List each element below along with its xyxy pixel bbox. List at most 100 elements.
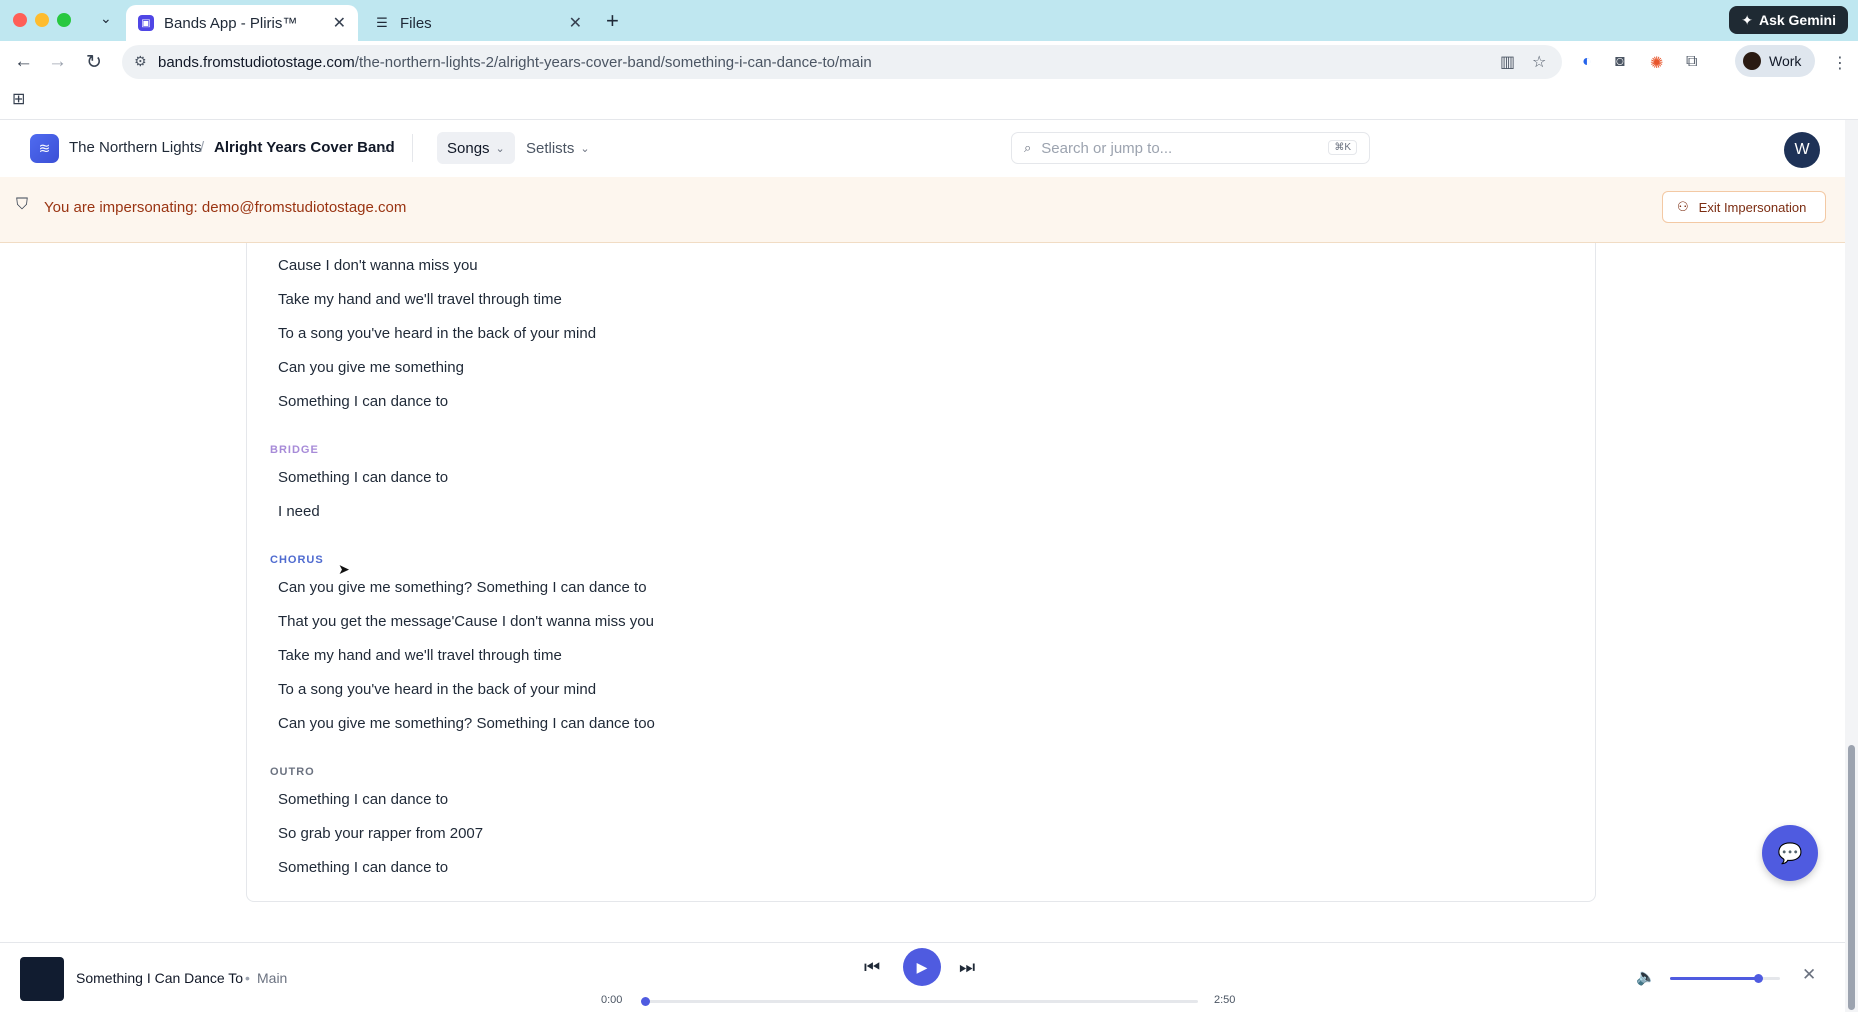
lyric-line: Take my hand and we'll travel through ti…	[278, 647, 562, 664]
tab-files[interactable]: ☰ Files ✕	[362, 5, 594, 41]
chevron-down-icon: ⌄	[580, 142, 590, 155]
nav-songs-label: Songs	[447, 139, 490, 157]
bookmark-star-icon[interactable]: ☆	[1532, 52, 1546, 72]
lyric-line: So grab your rapper from 2007	[278, 825, 484, 842]
new-tab-icon[interactable]: +	[606, 8, 619, 34]
lyric-line: Something I can dance to	[278, 469, 449, 486]
url-path: /the-northern-lights-2/alright-years-cov…	[354, 53, 872, 71]
mouse-cursor-icon: ➤	[338, 561, 350, 577]
files-favicon-icon: ☰	[376, 15, 388, 30]
lyric-line: Something I can dance to	[278, 859, 449, 876]
shield-icon: ⛉	[16, 196, 29, 213]
tab-search-chevron-icon[interactable]: ⌄	[100, 10, 112, 27]
browser-tab-bar: ⌄ ▣ Bands App - Pliris™ ✕ ☰ Files ✕ + ✦ …	[0, 0, 1858, 41]
breadcrumb-separator: /	[200, 139, 205, 156]
play-button[interactable]: ▶	[903, 948, 941, 986]
reader-mode-icon[interactable]: ▥	[1500, 52, 1515, 72]
app-header: ≋ The Northern Lights / Alright Years Co…	[0, 120, 1845, 178]
volume-slider[interactable]	[1670, 974, 1780, 983]
avatar[interactable]: W	[1784, 132, 1820, 168]
exit-impersonation-button[interactable]: ⚇ Exit Impersonation	[1662, 191, 1826, 223]
bands-app-favicon-icon: ▣	[138, 15, 154, 31]
ask-gemini-button[interactable]: ✦ Ask Gemini	[1729, 6, 1848, 34]
search-shortcut-badge: ⌘K	[1328, 140, 1357, 155]
seek-bar-handle[interactable]	[641, 997, 650, 1006]
search-placeholder: Search or jump to...	[1041, 139, 1173, 157]
minimize-window-button[interactable]	[35, 13, 49, 27]
chat-button[interactable]: 💬	[1762, 825, 1818, 881]
chevron-down-icon: ⌄	[495, 142, 505, 155]
band-switcher-chevron-icon[interactable]: ⌄	[380, 141, 390, 155]
volume-slider-handle[interactable]	[1754, 974, 1763, 983]
album-art	[20, 957, 64, 1001]
skip-back-icon[interactable]: ⏮	[864, 957, 880, 978]
bookmarks-bar: ⊞	[0, 83, 1858, 119]
ask-gemini-label: Ask Gemini	[1758, 12, 1836, 28]
close-icon[interactable]: ✕	[1802, 965, 1816, 985]
screenshot-camera-icon[interactable]: ◙	[1615, 53, 1625, 71]
seek-bar[interactable]	[641, 997, 1198, 1006]
player-version: Main	[257, 970, 288, 986]
scrollbar-thumb[interactable]	[1848, 745, 1855, 1010]
nav-setlists-label: Setlists	[526, 139, 575, 157]
tab-title: Files	[400, 14, 432, 32]
exit-impersonation-label: Exit Impersonation	[1698, 199, 1807, 215]
lyric-line: Can you give me something? Something I c…	[278, 579, 647, 596]
extension-sunburst-icon[interactable]: ✺	[1650, 53, 1663, 73]
audio-player: Something I Can Dance To • Main ⏮ ▶ ⏭ 0:…	[0, 942, 1845, 1013]
lyric-line: Take my hand and we'll travel through ti…	[278, 291, 562, 308]
close-window-button[interactable]	[13, 13, 27, 27]
layers-icon[interactable]: ≋	[30, 134, 59, 163]
nav-setlists[interactable]: Setlists ⌄	[516, 132, 600, 164]
impersonation-text: You are impersonating: demo@fromstudioto…	[44, 199, 407, 216]
maximize-window-button[interactable]	[57, 13, 71, 27]
password-manager-icon[interactable]: ◐	[1582, 53, 1592, 71]
profile-label: Work	[1769, 53, 1802, 69]
section-label-chorus: CHORUS	[270, 554, 324, 566]
url-host: bands.fromstudiotostage.com	[158, 53, 355, 71]
url-field[interactable]: ⚙ bands.fromstudiotostage.com /the-north…	[122, 45, 1562, 79]
player-song-title[interactable]: Something I Can Dance To	[76, 970, 243, 986]
profile-avatar	[1743, 52, 1761, 70]
lyric-line: Something I can dance to	[278, 393, 449, 410]
lyric-line: Something I can dance to	[278, 791, 449, 808]
lyric-line: Can you give me something	[278, 359, 464, 376]
chat-icon: 💬	[1777, 842, 1803, 865]
volume-icon[interactable]: 🔈	[1636, 967, 1656, 987]
extensions-puzzle-icon[interactable]: ⧉	[1686, 53, 1697, 71]
close-tab-icon[interactable]: ✕	[333, 13, 346, 33]
tab-title: Bands App - Pliris™	[164, 14, 298, 32]
search-input[interactable]: ⌕ Search or jump to... ⌘K	[1011, 132, 1370, 164]
site-settings-icon[interactable]: ⚙	[134, 53, 147, 70]
window-controls	[13, 13, 71, 27]
nav-songs[interactable]: Songs ⌄	[437, 132, 515, 164]
browser-menu-icon[interactable]: ⋮	[1832, 53, 1848, 73]
tab-bands-app[interactable]: ▣ Bands App - Pliris™ ✕	[126, 5, 358, 41]
divider	[412, 134, 413, 162]
current-time: 0:00	[601, 994, 623, 1006]
duration: 2:50	[1214, 994, 1236, 1006]
impersonation-banner: ⛉ You are impersonating: demo@fromstudio…	[0, 177, 1845, 243]
user-x-icon: ⚇	[1677, 199, 1689, 214]
breadcrumb-band[interactable]: Alright Years Cover Band	[214, 139, 395, 156]
lyric-line: Cause I don't wanna miss you	[278, 257, 478, 274]
skip-forward-icon[interactable]: ⏭	[959, 957, 975, 978]
apps-grid-icon[interactable]: ⊞	[12, 89, 25, 109]
reload-icon[interactable]: ↻	[86, 51, 102, 74]
lyric-line: That you get the message'Cause I don't w…	[278, 613, 654, 630]
breadcrumb-org[interactable]: The Northern Lights	[69, 139, 202, 156]
close-tab-icon[interactable]: ✕	[569, 13, 582, 33]
section-label-outro: OUTRO	[270, 766, 315, 778]
address-bar-row: ← → ↻ ⚙ bands.fromstudiotostage.com /the…	[0, 41, 1858, 83]
play-icon: ▶	[916, 958, 928, 975]
gemini-sparkle-icon: ✦	[1741, 11, 1753, 28]
lyrics-scroll-area[interactable]: Cause I don't wanna miss you Take my han…	[0, 243, 1845, 942]
player-separator: •	[245, 970, 250, 986]
volume-slider-fill	[1670, 977, 1758, 980]
lyric-line: I need	[278, 503, 320, 520]
lyric-line: Can you give me something? Something I c…	[278, 715, 655, 732]
section-label-bridge: BRIDGE	[270, 444, 319, 456]
forward-arrow-icon[interactable]: →	[48, 51, 67, 73]
profile-button[interactable]: Work	[1735, 45, 1816, 77]
back-arrow-icon[interactable]: ←	[14, 51, 33, 73]
